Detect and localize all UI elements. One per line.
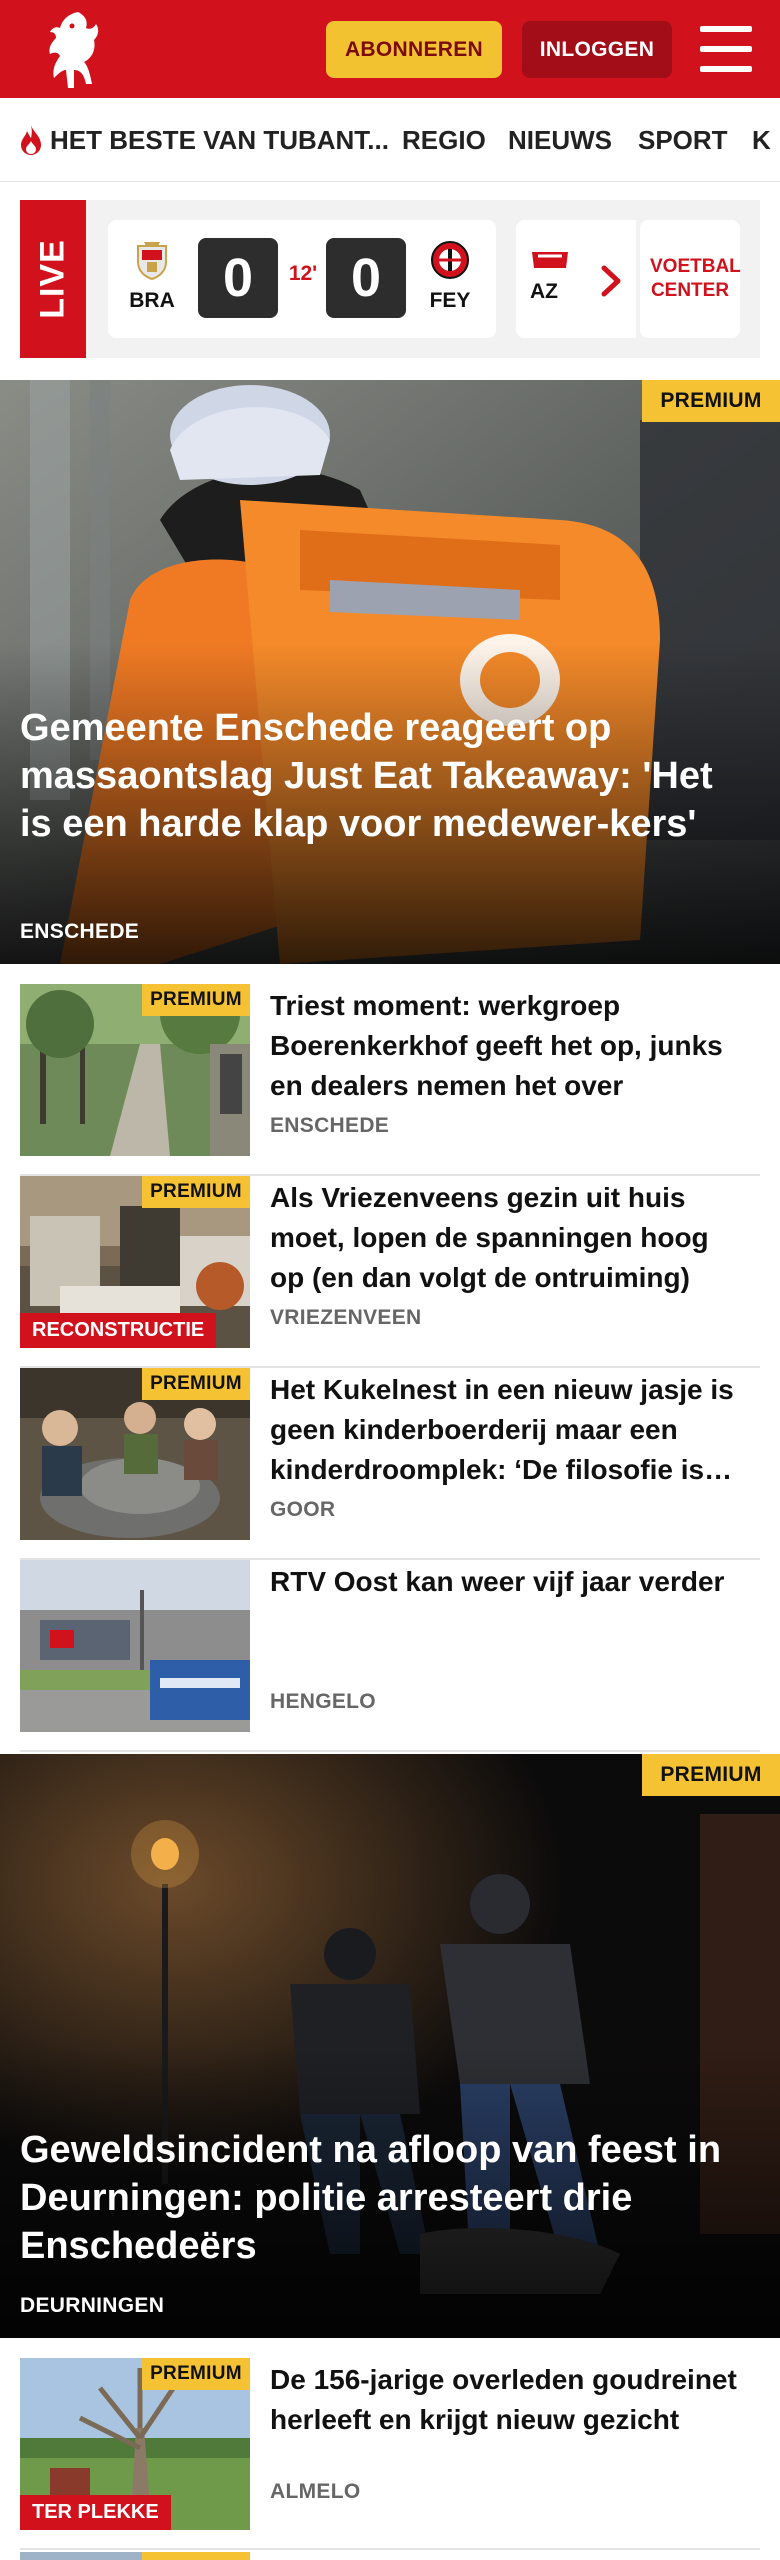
article-location: ENSCHEDE (270, 1114, 390, 1137)
article-location: GOOR (270, 1498, 336, 1521)
article-thumbnail: PREMIUM TER PLEKKE (20, 2358, 250, 2530)
nav-label: HET BESTE VAN TUBANT... (50, 124, 389, 155)
subscribe-button[interactable]: ABONNEREN (326, 21, 502, 78)
article-thumbnail: PREMIUM (20, 984, 250, 1156)
premium-badge (142, 2552, 250, 2560)
nav-label: REGIO (402, 124, 486, 155)
nav-label: K (752, 124, 771, 155)
hero-location: DEURNINGEN (20, 2294, 165, 2317)
top-bar: ABONNEREN INLOGGEN (0, 0, 780, 98)
premium-badge: PREMIUM (642, 380, 780, 422)
article-thumbnail: PREMIUM (20, 1368, 250, 1540)
nav-item-nieuws[interactable]: NIEUWS (508, 98, 612, 181)
hero-title: Gemeente Enschede reageert op massaontsl… (20, 707, 713, 845)
main-navigation: HET BESTE VAN TUBANT... REGIO NIEUWS SPO… (0, 98, 780, 182)
nav-item-sport[interactable]: SPORT (638, 98, 728, 181)
article-tag: TER PLEKKE (20, 2495, 171, 2530)
az-crest-icon (532, 252, 568, 268)
hero-article-2[interactable]: PREMIUM Geweldsincident na afloop van fe… (0, 1754, 780, 2338)
hero-photo-delivery-rider (0, 380, 780, 964)
list-item[interactable]: PREMIUM RECONSTRUCTIE Als Vriezenveens g… (20, 1176, 760, 1368)
article-location: ALMELO (270, 2480, 361, 2503)
premium-badge: PREMIUM (142, 2358, 250, 2390)
match-minute: 12' (288, 262, 318, 285)
article-title: Triest moment: werkgroep Boerenkerkhof g… (270, 990, 723, 1101)
nav-item-regio[interactable]: REGIO (402, 98, 486, 181)
hero-title: Geweldsincident na afloop van feest in D… (20, 2129, 722, 2267)
list-item[interactable]: PREMIUM TER PLEKKE De 156-jarige overled… (20, 2358, 760, 2550)
tubantia-horse-logo-icon[interactable] (38, 8, 108, 92)
article-title: De 156-jarige overleden goudreinet herle… (270, 2364, 737, 2435)
live-label: LIVE (20, 200, 86, 358)
feyenoord-crest-icon (431, 241, 469, 279)
premium-badge: PREMIUM (142, 1368, 250, 1400)
article-location: VRIEZENVEEN (270, 1306, 422, 1329)
nav-label: SPORT (638, 124, 728, 155)
article-thumbnail (20, 1560, 250, 1732)
voetbal-center-link[interactable]: VOETBAL CENTER (640, 220, 741, 338)
menu-icon[interactable] (700, 26, 752, 72)
hero-article[interactable]: PREMIUM Gemeente Enschede reageert op ma… (0, 380, 780, 964)
home-team-abbr: BRA (129, 289, 175, 312)
braga-crest-icon (137, 242, 167, 281)
list-item[interactable]: PREMIUM Het Kukelnest in een nieuw jasje… (20, 1368, 760, 1560)
premium-badge: PREMIUM (142, 1176, 250, 1208)
next-article-thumbnail[interactable] (20, 2552, 250, 2560)
away-team: FEY (420, 240, 480, 313)
list-item[interactable]: RTV Oost kan weer vijf jaar verder HENGE… (20, 1560, 760, 1752)
article-location: HENGELO (270, 1690, 376, 1713)
match-card[interactable]: BRA 0 12' 0 FEY (108, 220, 496, 338)
list-item[interactable]: PREMIUM Triest moment: werkgroep Boerenk… (20, 984, 760, 1176)
nav-label: NIEUWS (508, 124, 612, 155)
live-scores-strip: LIVE BRA 0 12' 0 FEY AZ VOETBAL CENTER (20, 200, 760, 358)
voetbal-center-label: VOETBAL CENTER (650, 256, 741, 301)
home-team: BRA (122, 240, 182, 313)
next-match-abbr: AZ (530, 280, 558, 303)
away-team-abbr: FEY (429, 289, 471, 312)
thumb-photo-rtv-oost-building (20, 1560, 250, 1732)
article-thumbnail: PREMIUM RECONSTRUCTIE (20, 1176, 250, 1348)
article-tag: RECONSTRUCTIE (20, 1313, 217, 1348)
hero-location: ENSCHEDE (20, 920, 140, 943)
nav-item-more[interactable]: K (752, 98, 771, 181)
article-title: RTV Oost kan weer vijf jaar verder (270, 1566, 725, 1597)
chevron-right-icon[interactable] (586, 256, 636, 306)
flame-icon (21, 125, 41, 155)
away-score: 0 (326, 238, 406, 318)
premium-badge: PREMIUM (142, 984, 250, 1016)
nav-item-best-of-tubantia[interactable]: HET BESTE VAN TUBANT... (18, 98, 389, 181)
premium-badge: PREMIUM (642, 1754, 780, 1796)
article-title: Als Vriezenveens gezin uit huis moet, lo… (270, 1182, 709, 1293)
login-button[interactable]: INLOGGEN (522, 21, 672, 78)
article-title: Het Kukelnest in een nieuw jasje is geen… (270, 1374, 734, 1485)
home-score: 0 (198, 238, 278, 318)
